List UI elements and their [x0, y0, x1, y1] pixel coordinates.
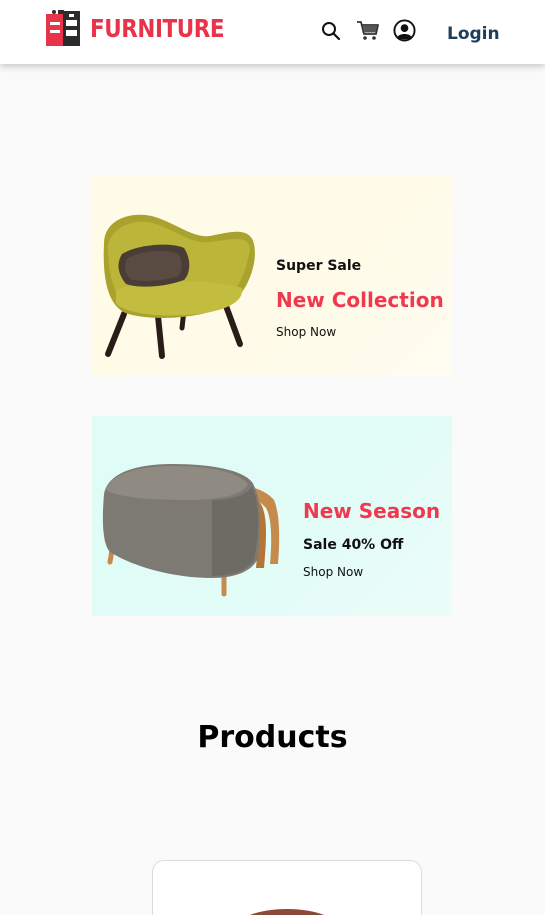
- cart-icon[interactable]: [356, 20, 380, 46]
- armchair-image: [103, 214, 255, 359]
- furniture-logo-icon: [46, 10, 80, 46]
- shop-now-link[interactable]: Shop Now: [303, 565, 363, 579]
- banner-title: New Collection: [276, 288, 444, 312]
- navbar: FURNITURE Login: [0, 0, 545, 64]
- shop-now-link[interactable]: Shop Now: [276, 325, 336, 339]
- banner-subtitle: Super Sale: [276, 258, 362, 274]
- banner-new-season[interactable]: New Season Sale 40% Off Shop Now: [92, 416, 452, 616]
- banner-title: New Season: [303, 499, 441, 523]
- product-image: [235, 909, 339, 915]
- banner-new-collection[interactable]: Super Sale New Collection Shop Now: [92, 176, 452, 376]
- product-card[interactable]: [152, 860, 422, 915]
- products-heading: Products: [197, 720, 348, 755]
- brand-name: FURNITURE: [90, 13, 225, 43]
- banner-subtitle: Sale 40% Off: [303, 537, 404, 553]
- search-icon[interactable]: [321, 21, 341, 45]
- ottoman-image: [102, 464, 280, 597]
- user-icon[interactable]: [393, 19, 416, 46]
- login-link[interactable]: Login: [447, 24, 500, 44]
- brand-logo[interactable]: FURNITURE: [44, 8, 246, 48]
